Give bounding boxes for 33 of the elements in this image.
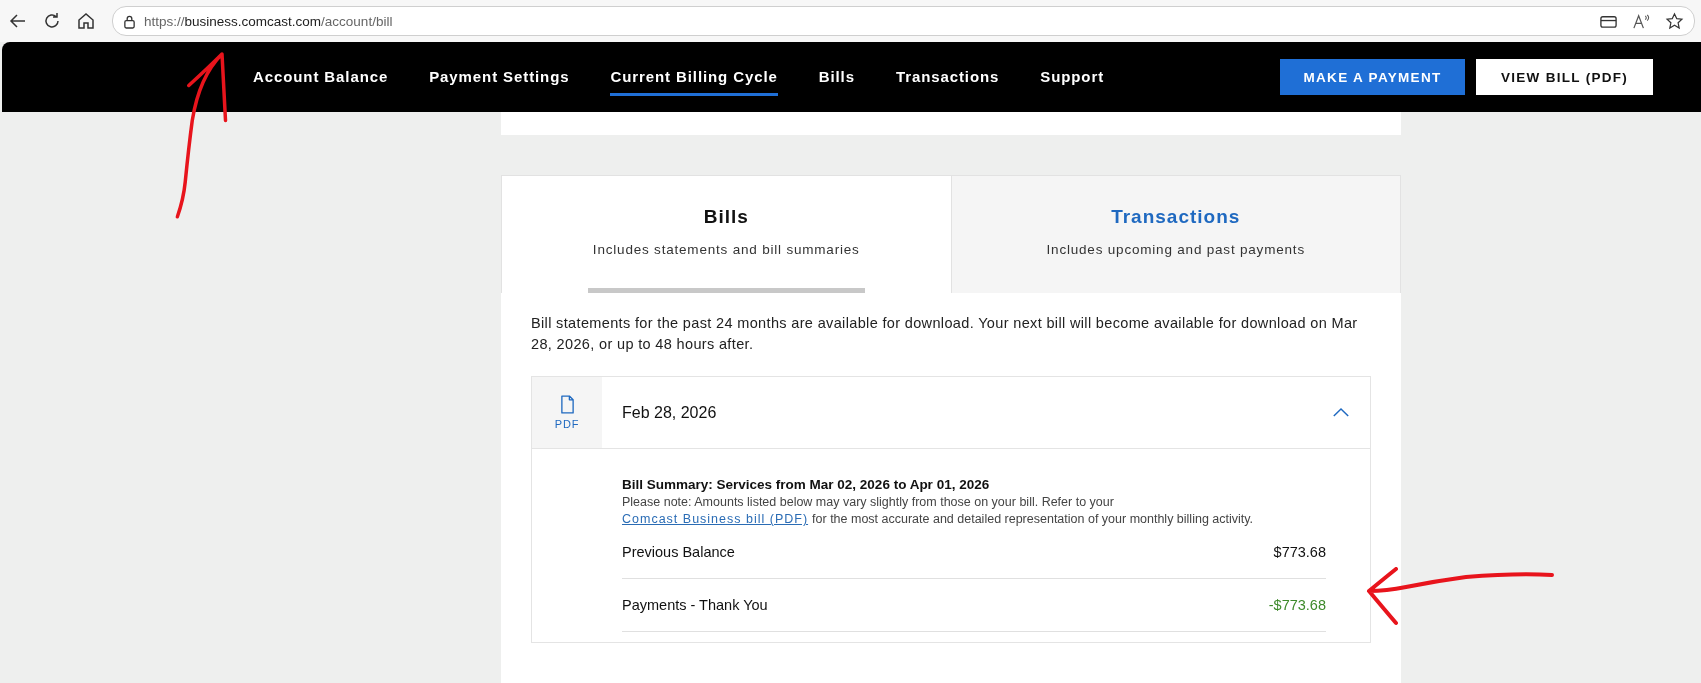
line-label: Previous Balance (622, 544, 735, 560)
address-bar[interactable]: https://business.comcast.com/account/bill (112, 6, 1695, 36)
favorite-star-icon[interactable] (1665, 11, 1684, 31)
lock-icon (123, 13, 136, 29)
refresh-icon[interactable] (42, 11, 62, 31)
chevron-icon[interactable] (1332, 407, 1350, 418)
line-amount: $773.68 (1273, 544, 1326, 560)
nav-link[interactable]: Support (1040, 58, 1105, 96)
nav-link[interactable]: Current Billing Cycle (610, 58, 778, 96)
tab[interactable]: Transactions Includes upcoming and past payments (950, 176, 1400, 293)
line-amount: -$773.68 (1268, 597, 1326, 613)
make-payment-button[interactable]: MAKE A PAYMENT (1280, 59, 1465, 95)
view-bill-button[interactable]: VIEW BILL (PDF) (1476, 59, 1653, 95)
tab-title: Transactions (1111, 206, 1241, 228)
tab-subtitle: Includes upcoming and past payments (1046, 242, 1305, 257)
nav-link[interactable]: Bills (818, 58, 855, 96)
bill-date: Feb 28, 2026 (622, 403, 717, 422)
line-label: Payments - Thank You (622, 597, 768, 613)
summary-title: Bill Summary: Services from Mar 02, 2026 to Apr 01, 2026 (622, 477, 991, 492)
summary-note: Please note: Amounts listed below may vary slightly from those on your bill. Refer to your (622, 495, 1115, 509)
tab-subtitle: Includes statements and bill summaries (592, 242, 860, 257)
document-icon[interactable] (559, 395, 575, 414)
nav-link[interactable]: Transactions (895, 58, 1000, 96)
intro-text: Bill statements for the past 24 months are available for download. Your next bill will become available for download on Mar 28, 2026, or up to 48 hours after. (531, 314, 1359, 354)
bill-pdf-link[interactable]: Comcast Business bill (PDF) (622, 512, 809, 526)
home-icon[interactable] (76, 11, 96, 31)
nav-link[interactable]: Payment Settings (429, 58, 570, 96)
tab[interactable]: Bills Includes statements and bill summaries (502, 176, 951, 293)
pdf-label: PDF (554, 418, 580, 430)
nav-link[interactable]: Account Balance (253, 58, 389, 96)
tab-title: Bills (703, 206, 749, 228)
summary-note: for the most accurate and detailed representation of your monthly billing activity. (812, 512, 1254, 526)
read-aloud-icon[interactable] (1632, 11, 1651, 31)
